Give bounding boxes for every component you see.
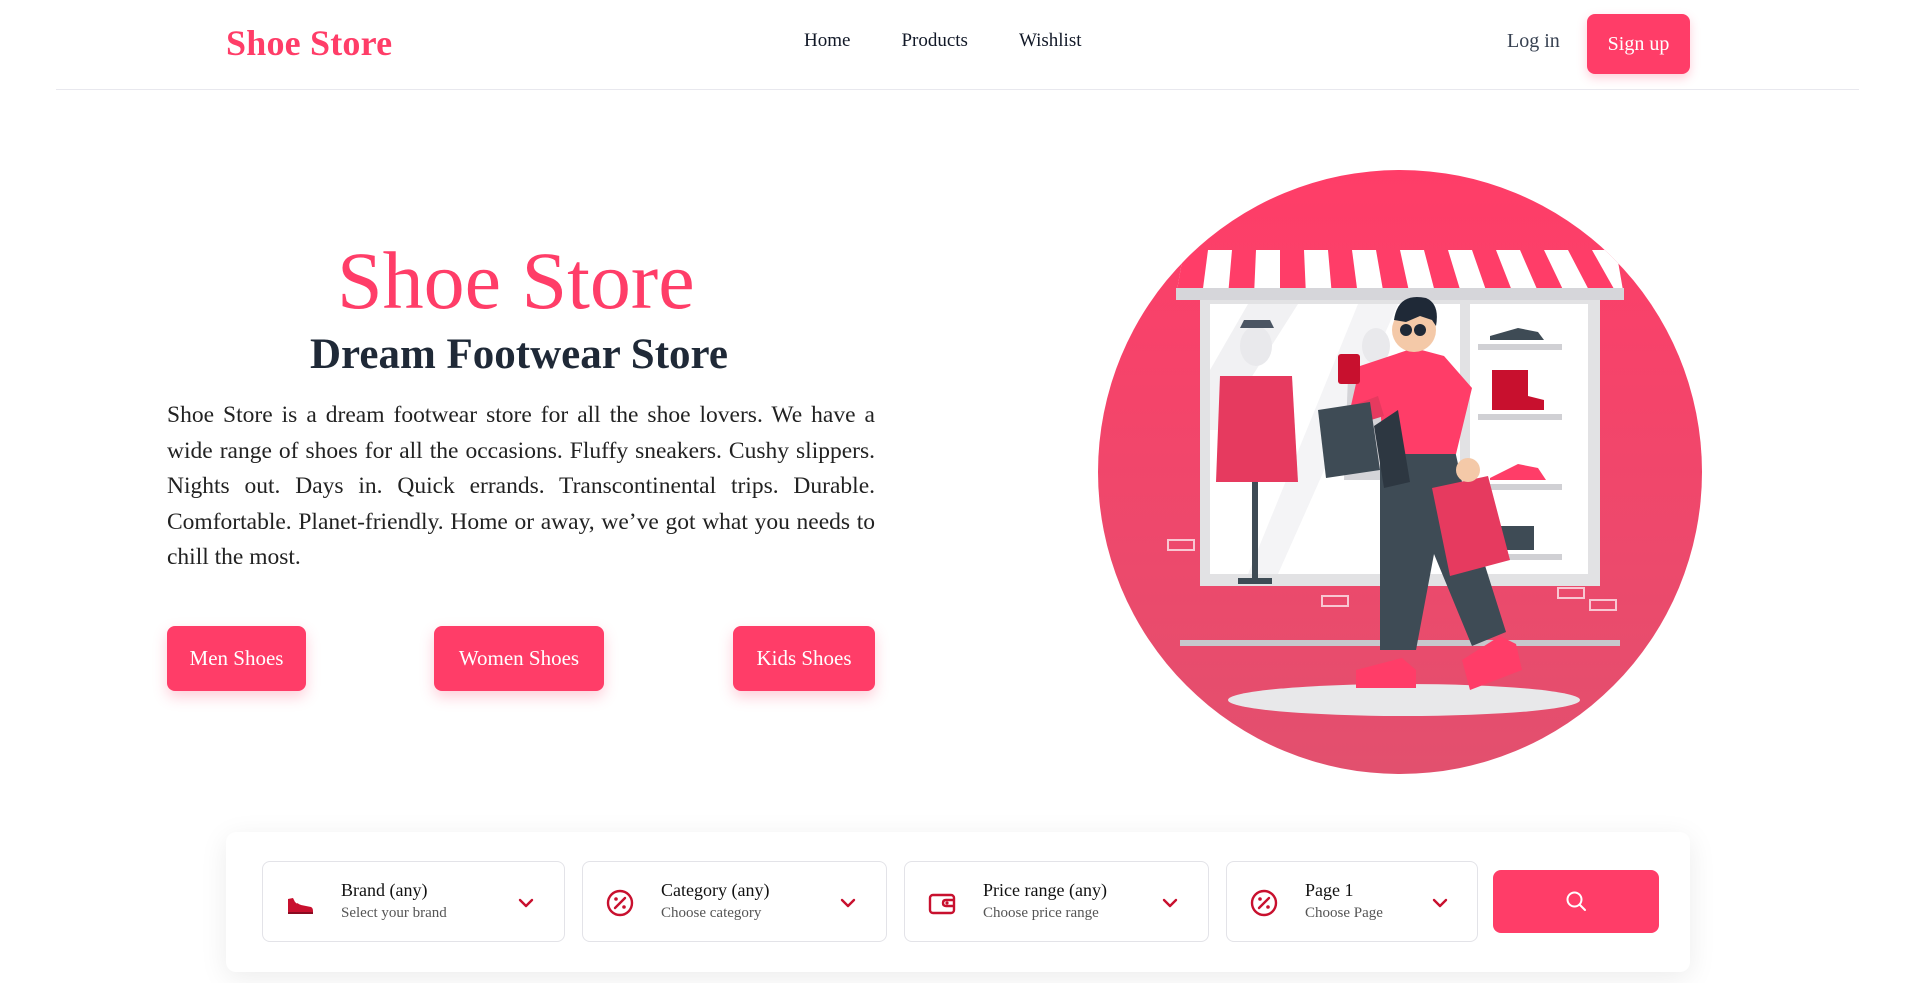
- hero-subtitle: Dream Footwear Store: [310, 331, 728, 378]
- floor-shadow: [1228, 684, 1580, 716]
- nav-home[interactable]: Home: [804, 30, 850, 52]
- signup-button[interactable]: Sign up: [1587, 14, 1690, 74]
- page-filter-subtitle: Choose Page: [1305, 905, 1383, 921]
- chevron-down-icon: [840, 898, 856, 908]
- site-header: Shoe Store Home Products Wishlist Log in…: [56, 0, 1859, 90]
- wallet-icon: [928, 893, 956, 915]
- percent-icon: [1250, 889, 1278, 917]
- coffee-cup: [1338, 354, 1360, 384]
- brand-logo[interactable]: Shoe Store: [226, 22, 392, 64]
- mannequin-shirt: [1216, 376, 1298, 482]
- women-shoes-button[interactable]: Women Shoes: [434, 626, 604, 691]
- page-filter[interactable]: Page 1 Choose Page: [1226, 861, 1478, 942]
- hero-title: Shoe Store: [337, 235, 695, 326]
- category-filter-title: Category (any): [661, 880, 770, 900]
- nav-wishlist[interactable]: Wishlist: [1019, 30, 1082, 52]
- hero-illustration: [1098, 170, 1702, 774]
- price-range-filter-title: Price range (any): [983, 880, 1107, 900]
- shoe-icon: [288, 898, 313, 914]
- price-range-filter[interactable]: Price range (any) Choose price range: [904, 861, 1209, 942]
- search-icon: [1566, 891, 1586, 911]
- chevron-down-icon: [1162, 898, 1178, 908]
- price-range-filter-subtitle: Choose price range: [983, 905, 1099, 921]
- chevron-down-icon: [1432, 898, 1448, 908]
- nav-products[interactable]: Products: [901, 30, 968, 52]
- brand-filter[interactable]: Brand (any) Select your brand: [262, 861, 565, 942]
- kids-shoes-button[interactable]: Kids Shoes: [733, 626, 875, 691]
- brand-filter-title: Brand (any): [341, 880, 428, 900]
- shopping-bag-dark: [1318, 402, 1380, 478]
- page-filter-title: Page 1: [1305, 880, 1354, 900]
- hero-description: Shoe Store is a dream footwear store for…: [167, 402, 875, 570]
- category-filter[interactable]: Category (any) Choose category: [582, 861, 887, 942]
- login-link[interactable]: Log in: [1507, 30, 1560, 53]
- main-nav: Home Products Wishlist: [804, 30, 1082, 52]
- percent-icon: [606, 889, 634, 917]
- chevron-down-icon: [518, 898, 534, 908]
- search-panel: Brand (any) Select your brand Category (…: [226, 832, 1690, 972]
- search-button[interactable]: [1493, 870, 1659, 933]
- brand-filter-subtitle: Select your brand: [341, 905, 447, 921]
- category-filter-subtitle: Choose category: [661, 905, 762, 921]
- men-shoes-button[interactable]: Men Shoes: [167, 626, 306, 691]
